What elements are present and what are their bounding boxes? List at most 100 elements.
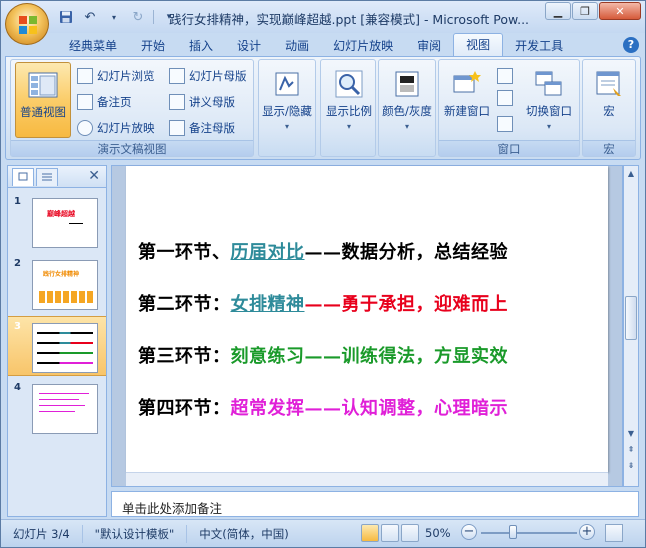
- handout-master-icon: [169, 94, 185, 110]
- macros-button[interactable]: 宏: [583, 62, 635, 138]
- color-grayscale-button[interactable]: 颜色/灰度 ▾: [379, 62, 435, 138]
- normal-view-button[interactable]: 普通视图: [15, 62, 71, 138]
- new-window-button[interactable]: 新建窗口: [439, 62, 495, 138]
- zoom-in-icon[interactable]: +: [579, 524, 595, 540]
- tab-slide-show[interactable]: 幻灯片放映: [321, 35, 405, 57]
- new-window-icon: [451, 68, 483, 100]
- move-split-button[interactable]: [497, 114, 513, 134]
- slide-sorter-button[interactable]: 幻灯片浏览: [77, 66, 155, 86]
- vertical-scrollbar[interactable]: ▲ ▼ ⇞ ⇟: [623, 165, 639, 487]
- template-name: "默认设计模板": [83, 524, 188, 543]
- tab-slides[interactable]: [12, 168, 34, 186]
- normal-view-label: 普通视图: [20, 105, 66, 119]
- quick-access-toolbar: ↶ ▾ ↻ ▾: [57, 7, 178, 27]
- normal-view-shortcut-icon[interactable]: [361, 524, 379, 542]
- slide-editor: 第一环节、历届对比——数据分析，总结经验 第二环节：女排精神——勇于承担，迎难而…: [111, 165, 623, 487]
- scroll-thumb[interactable]: [625, 296, 637, 340]
- slide-counter: 幻灯片 3/4: [1, 524, 83, 543]
- magnifier-icon: [333, 68, 365, 100]
- zoom-out-icon[interactable]: −: [461, 524, 477, 540]
- help-icon[interactable]: ?: [623, 37, 639, 53]
- slide-thumbnail-1[interactable]: 1 巅峰超越: [8, 192, 106, 252]
- slide-line-1[interactable]: 第一环节、历届对比——数据分析，总结经验: [138, 238, 508, 264]
- fit-to-window-icon[interactable]: [605, 524, 623, 542]
- show-hide-icon: [271, 68, 303, 100]
- zoom-button[interactable]: 显示比例 ▾: [321, 62, 377, 138]
- slide-line-3[interactable]: 第三环节：刻意练习——训练得法，方显实效: [138, 342, 508, 368]
- close-pane-icon[interactable]: ✕: [88, 168, 100, 184]
- title-bar: ↶ ▾ ↻ ▾ 践行女排精神，实现巅峰超越.ppt [兼容模式] - Micro…: [1, 1, 645, 33]
- notes-page-icon: [77, 94, 93, 110]
- handout-master-button[interactable]: 讲义母版: [169, 92, 235, 112]
- slide-master-button[interactable]: 幻灯片母版: [169, 66, 247, 86]
- tab-classic-menu[interactable]: 经典菜单: [57, 35, 129, 57]
- slide-show-icon: [77, 120, 93, 136]
- current-slide[interactable]: 第一环节、历届对比——数据分析，总结经验 第二环节：女排精神——勇于承担，迎难而…: [126, 166, 608, 472]
- cascade-icon: [497, 90, 513, 106]
- slide-line-4[interactable]: 第四环节：超常发挥——认知调整，心理暗示: [138, 394, 508, 420]
- tab-outline[interactable]: [36, 168, 58, 186]
- switch-window-dropdown-icon: ▾: [546, 122, 551, 131]
- tab-review[interactable]: 审阅: [405, 35, 453, 57]
- outline-tab-icon: [42, 173, 52, 181]
- previous-slide-icon[interactable]: ⇞: [625, 444, 637, 456]
- undo-icon[interactable]: ↶: [81, 8, 99, 26]
- color-grayscale-dropdown-icon: ▾: [404, 122, 409, 131]
- tab-design[interactable]: 设计: [225, 35, 273, 57]
- switch-window-button[interactable]: 切换窗口 ▾: [521, 62, 577, 138]
- thumbnail-image: [32, 384, 98, 434]
- office-button[interactable]: [5, 3, 49, 45]
- group-presentation-views: 普通视图 幻灯片浏览 备注页 幻灯片放映 幻灯片母版 讲义母版 备注母版 演示文…: [10, 59, 254, 157]
- scroll-up-icon[interactable]: ▲: [625, 168, 637, 180]
- group-label-window: 窗口: [439, 140, 579, 156]
- tab-developer[interactable]: 开发工具: [503, 35, 575, 57]
- tab-insert[interactable]: 插入: [177, 35, 225, 57]
- tab-animations[interactable]: 动画: [273, 35, 321, 57]
- slide-thumbnail-3[interactable]: 3: [8, 316, 106, 376]
- slides-tab-icon: [18, 172, 28, 181]
- slides-pane-tabs: ✕: [8, 166, 106, 188]
- cascade-button[interactable]: [497, 88, 513, 108]
- group-zoom: 显示比例 ▾: [320, 59, 376, 157]
- office-logo-icon: [19, 16, 37, 34]
- show-hide-button[interactable]: 显示/隐藏 ▾: [259, 62, 315, 138]
- scroll-down-icon[interactable]: ▼: [625, 428, 637, 440]
- slide-show-shortcut-icon[interactable]: [401, 524, 419, 542]
- group-label-macros: 宏: [583, 140, 635, 156]
- notes-pane[interactable]: 单击此处添加备注: [111, 491, 639, 517]
- ribbon-tabs: 经典菜单 开始 插入 设计 动画 幻灯片放映 审阅 视图 开发工具: [57, 33, 575, 57]
- show-hide-dropdown-icon: ▾: [284, 122, 289, 131]
- normal-view-icon: [27, 69, 59, 101]
- slide-line-2[interactable]: 第二环节：女排精神——勇于承担，迎难而上: [138, 290, 508, 316]
- notes-master-button[interactable]: 备注母版: [169, 118, 235, 138]
- next-slide-icon[interactable]: ⇟: [625, 460, 637, 472]
- notes-page-button[interactable]: 备注页: [77, 92, 132, 112]
- language-indicator[interactable]: 中文(简体，中国): [187, 525, 300, 543]
- zoom-dropdown-icon: ▾: [346, 122, 351, 131]
- horizontal-scrollbar[interactable]: [126, 472, 608, 486]
- zoom-slider-track[interactable]: [481, 532, 577, 534]
- close-button[interactable]: ✕: [599, 2, 641, 20]
- minimize-button[interactable]: ▁: [545, 2, 571, 20]
- slide-sorter-shortcut-icon[interactable]: [381, 524, 399, 542]
- arrange-all-icon: [497, 68, 513, 84]
- zoom-slider-knob[interactable]: [509, 525, 517, 539]
- arrange-all-button[interactable]: [497, 66, 513, 86]
- undo-dropdown-icon[interactable]: ▾: [105, 8, 123, 26]
- slide-master-icon: [169, 68, 185, 84]
- group-window: 新建窗口 切换窗口 ▾ 窗口: [438, 59, 580, 157]
- redo-icon[interactable]: ↻: [129, 8, 147, 26]
- slide-thumbnail-2[interactable]: 2 践行女排精神: [8, 254, 106, 314]
- tab-view[interactable]: 视图: [453, 33, 504, 57]
- slide-thumbnail-4[interactable]: 4: [8, 378, 106, 438]
- notes-placeholder: 单击此处添加备注: [122, 501, 223, 516]
- slide-show-button[interactable]: 幻灯片放映: [77, 118, 155, 138]
- color-grayscale-icon: [391, 68, 423, 100]
- save-icon[interactable]: [57, 8, 75, 26]
- view-shortcuts: [361, 524, 419, 542]
- status-bar: 幻灯片 3/4 "默认设计模板" 中文(简体，中国) 50% − +: [1, 519, 645, 547]
- tab-home[interactable]: 开始: [129, 35, 177, 57]
- zoom-level[interactable]: 50%: [425, 526, 451, 540]
- restore-button[interactable]: ❐: [572, 2, 598, 20]
- group-macros: 宏 宏: [582, 59, 636, 157]
